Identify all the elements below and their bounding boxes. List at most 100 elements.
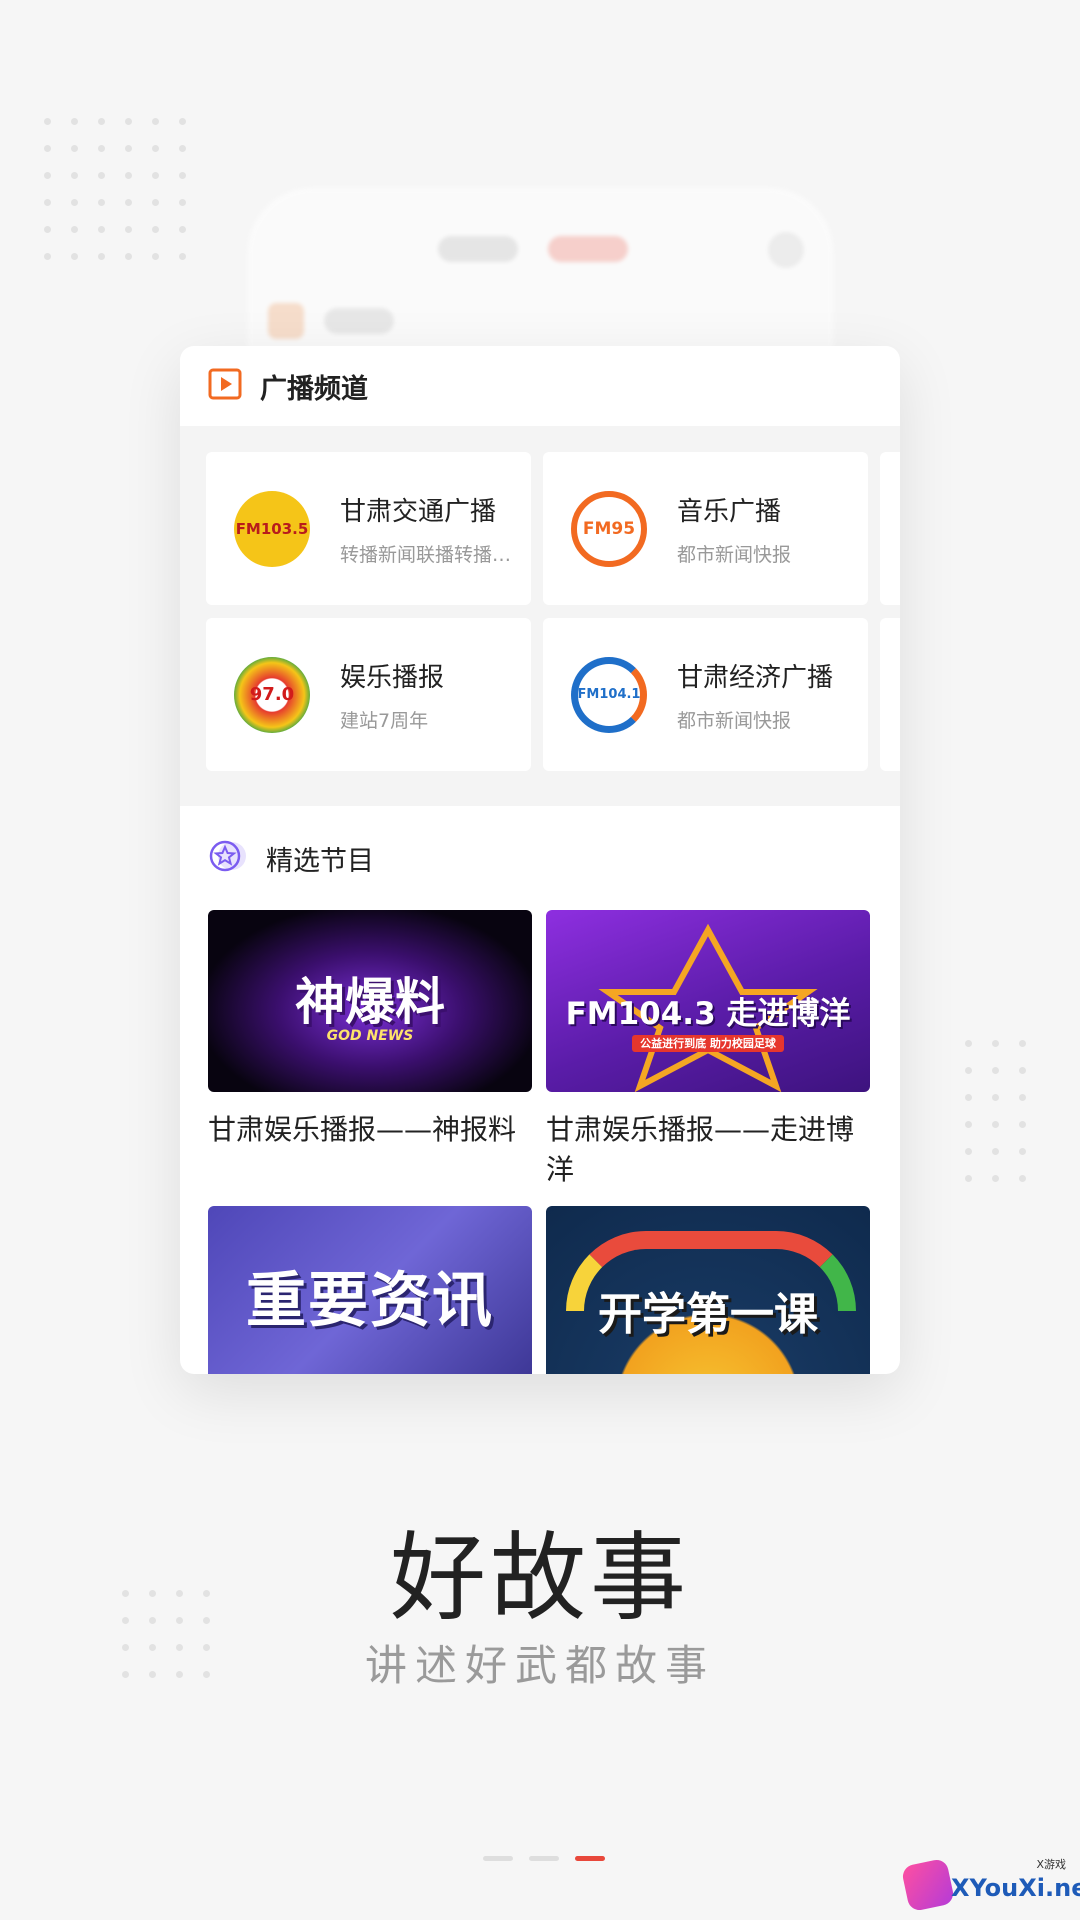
station-desc: 转播新闻联播转播新闻联播 [340, 543, 525, 566]
program-title: 甘肃娱乐播报——神报料 [208, 1113, 517, 1146]
station-desc: 都市新闻快报 [677, 709, 792, 732]
decorative-dot [125, 226, 132, 233]
page-headline: 好故事 [390, 1522, 690, 1634]
decorative-dot [179, 199, 186, 206]
page-subline: 讲述好武都故事 [364, 1641, 715, 1690]
station-name: 甘肃经济广播 [677, 662, 834, 693]
decorative-dot [44, 199, 51, 206]
decorative-dot [152, 226, 159, 233]
decorative-dot [125, 253, 132, 260]
page-dot[interactable] [529, 1856, 559, 1861]
program-card[interactable]: 神爆料 GOD NEWS 甘肃娱乐播报——神报料 [208, 910, 532, 1206]
decorative-dot [992, 1175, 999, 1182]
decorative-dot [98, 172, 105, 179]
decorative-dot [98, 145, 105, 152]
decorative-dot [152, 145, 159, 152]
featured-section-header: 精选节目 [180, 806, 900, 910]
station-card-partial[interactable] [880, 618, 900, 771]
station-card-partial[interactable] [880, 452, 900, 605]
radio-station-list: FM103.5 甘肃交通广播 转播新闻联播转播新闻联播 FM95 音乐广播 都市… [180, 426, 900, 806]
decorative-dot [71, 172, 78, 179]
decorative-dot [965, 1121, 972, 1128]
decorative-dot [179, 145, 186, 152]
app-preview-card: 广播频道 FM103.5 甘肃交通广播 转播新闻联播转播新闻联播 FM95 音乐 [180, 346, 900, 1374]
decorative-dot [152, 253, 159, 260]
station-card-entertainment[interactable]: 97.0 娱乐播报 建站7周年 [206, 618, 531, 771]
decorative-dots-right [955, 1030, 1036, 1192]
program-thumbnail: 开学第一课 [546, 1206, 870, 1374]
decorative-dot [125, 145, 132, 152]
program-thumbnail: 神爆料 GOD NEWS [208, 910, 532, 1092]
decorative-dot [179, 172, 186, 179]
decorative-dot [152, 172, 159, 179]
decorative-dots-top-left [34, 108, 196, 270]
program-thumbnail: 重要资讯 [208, 1206, 532, 1374]
decorative-dot [71, 118, 78, 125]
decorative-dot [98, 118, 105, 125]
decorative-dot [44, 253, 51, 260]
decorative-dot [125, 172, 132, 179]
program-card[interactable]: FM104.3 走进博洋 公益进行到底 助力校园足球 甘肃娱乐播报——走进博洋 [546, 910, 870, 1206]
site-watermark: X游戏 XYouXi.net [900, 1856, 1080, 1914]
gamepad-logo-icon [900, 1857, 956, 1913]
decorative-dot [125, 118, 132, 125]
decorative-dot [44, 172, 51, 179]
decorative-dot [1019, 1121, 1026, 1128]
decorative-dot [71, 253, 78, 260]
decorative-dot [992, 1148, 999, 1155]
decorative-dot [98, 226, 105, 233]
radio-section-title: 广播频道 [260, 373, 368, 405]
station-name: 甘肃交通广播 [340, 496, 497, 527]
decorative-dot [44, 145, 51, 152]
decorative-dot [965, 1175, 972, 1182]
featured-program-list: 神爆料 GOD NEWS 甘肃娱乐播报——神报料 FM104.3 走进博洋 公益… [180, 910, 900, 1374]
decorative-dot [1019, 1040, 1026, 1047]
featured-section-title: 精选节目 [266, 845, 374, 877]
page-dot[interactable] [483, 1856, 513, 1861]
decorative-dot [98, 253, 105, 260]
decorative-dot [965, 1094, 972, 1101]
fm1041-logo-icon: FM104.1 [571, 656, 647, 733]
station-card-gansu-traffic[interactable]: FM103.5 甘肃交通广播 转播新闻联播转播新闻联播 [206, 452, 531, 605]
program-thumbnail: FM104.3 走进博洋 公益进行到底 助力校园足球 [546, 910, 870, 1092]
decorative-dot [98, 199, 105, 206]
decorative-dot [1019, 1148, 1026, 1155]
decorative-dot [992, 1040, 999, 1047]
radio-section-header: 广播频道 [180, 346, 900, 426]
decorative-dot [71, 226, 78, 233]
decorative-dot [992, 1067, 999, 1074]
decorative-dot [179, 253, 186, 260]
decorative-dot [152, 199, 159, 206]
decorative-dot [1019, 1067, 1026, 1074]
play-channel-icon [208, 368, 242, 404]
station-card-music[interactable]: FM95 音乐广播 都市新闻快报 [543, 452, 868, 605]
decorative-dot [44, 118, 51, 125]
station-name: 娱乐播报 [340, 662, 445, 693]
station-name: 音乐广播 [677, 496, 782, 527]
decorative-dot [125, 199, 132, 206]
decorative-dot [1019, 1175, 1026, 1182]
fm95-logo-icon: FM95 [571, 490, 647, 567]
decorative-dot [992, 1094, 999, 1101]
decorative-dot [179, 226, 186, 233]
decorative-dot [152, 118, 159, 125]
program-title: 甘肃娱乐播报——走进博洋 [546, 1113, 855, 1186]
page-dot-active[interactable] [575, 1856, 605, 1861]
program-card[interactable]: 开学第一课 [546, 1206, 870, 1374]
station-desc: 建站7周年 [340, 709, 429, 732]
program-card[interactable]: 重要资讯 [208, 1206, 532, 1374]
page-indicator [483, 1856, 605, 1861]
decorative-dot [44, 226, 51, 233]
fm1035-logo-icon: FM103.5 [234, 490, 310, 567]
decorative-dot [179, 118, 186, 125]
decorative-dot [965, 1040, 972, 1047]
decorative-dot [71, 199, 78, 206]
decorative-dot [71, 145, 78, 152]
decorative-dot [965, 1148, 972, 1155]
station-desc: 都市新闻快报 [677, 543, 792, 566]
star-badge-icon [208, 836, 248, 880]
decorative-dot [1019, 1094, 1026, 1101]
station-card-gansu-economy[interactable]: FM104.1 甘肃经济广播 都市新闻快报 [543, 618, 868, 771]
decorative-dot [992, 1121, 999, 1128]
fm970-logo-icon: 97.0 [234, 656, 310, 733]
